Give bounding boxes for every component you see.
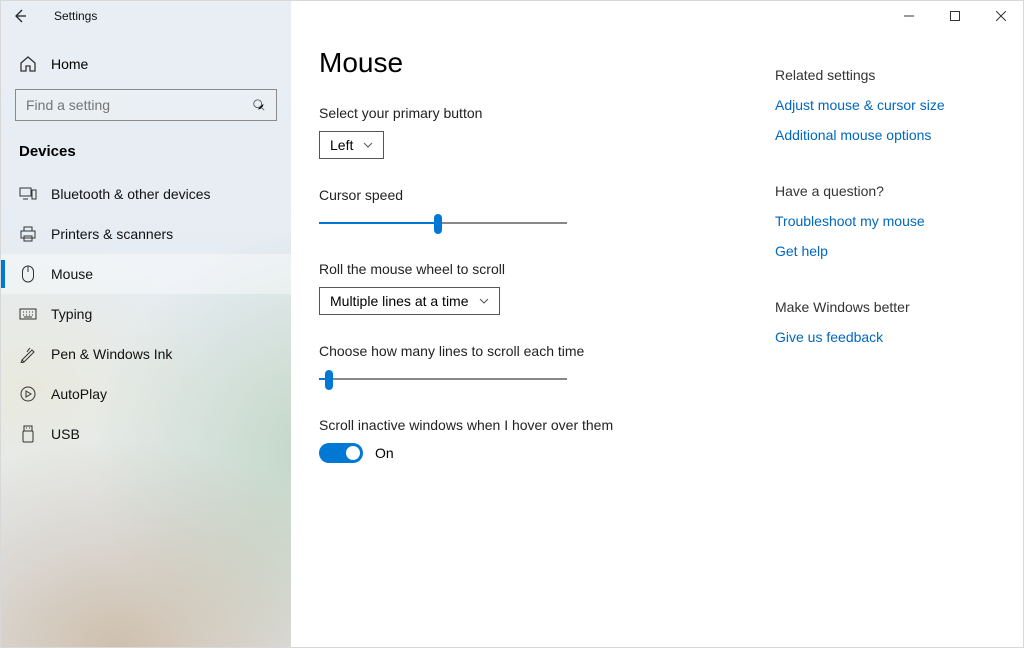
main-content: Mouse Select your primary button Left Cu…	[291, 1, 1023, 647]
sidebar-item-usb[interactable]: USB	[1, 414, 291, 454]
close-icon	[996, 11, 1006, 21]
primary-button-value: Left	[330, 137, 353, 153]
sidebar-item-autoplay[interactable]: AutoPlay	[1, 374, 291, 414]
sidebar-item-label: Mouse	[51, 266, 93, 282]
window-controls	[886, 0, 1024, 32]
maximize-button[interactable]	[932, 0, 978, 32]
settings-content: Mouse Select your primary button Left Cu…	[319, 47, 775, 623]
scroll-mode-label: Roll the mouse wheel to scroll	[319, 261, 745, 277]
autoplay-icon	[19, 385, 37, 403]
close-button[interactable]	[978, 0, 1024, 32]
scroll-mode-dropdown[interactable]: Multiple lines at a time	[319, 287, 500, 315]
page-heading: Mouse	[319, 47, 745, 79]
sidebar-item-mouse[interactable]: Mouse	[1, 254, 291, 294]
primary-button-label: Select your primary button	[319, 105, 745, 121]
mouse-icon	[19, 265, 37, 283]
keyboard-icon	[19, 305, 37, 323]
search-field[interactable]	[26, 97, 252, 113]
devices-icon	[19, 185, 37, 203]
slider-fill	[319, 222, 438, 224]
chevron-down-icon	[363, 142, 373, 148]
sidebar-item-bluetooth[interactable]: Bluetooth & other devices	[1, 174, 291, 214]
link-adjust-cursor[interactable]: Adjust mouse & cursor size	[775, 97, 995, 113]
back-button[interactable]	[0, 0, 40, 32]
window-title: Settings	[54, 9, 97, 23]
link-help[interactable]: Get help	[775, 243, 995, 259]
scroll-mode-value: Multiple lines at a time	[330, 293, 469, 309]
slider-thumb[interactable]	[325, 370, 333, 390]
related-heading: Related settings	[775, 67, 995, 83]
home-icon	[19, 55, 37, 73]
toggle-knob	[346, 446, 360, 460]
inactive-scroll-toggle[interactable]	[319, 443, 363, 463]
slider-thumb[interactable]	[434, 214, 442, 234]
sidebar-home[interactable]: Home	[1, 45, 291, 83]
usb-icon	[19, 425, 37, 443]
sidebar-item-label: AutoPlay	[51, 386, 107, 402]
sidebar-item-printers[interactable]: Printers & scanners	[1, 214, 291, 254]
sidebar-home-label: Home	[51, 56, 88, 72]
sidebar-item-typing[interactable]: Typing	[1, 294, 291, 334]
search-input[interactable]	[15, 89, 277, 121]
cursor-speed-slider[interactable]	[319, 213, 567, 233]
minimize-button[interactable]	[886, 0, 932, 32]
link-feedback[interactable]: Give us feedback	[775, 329, 995, 345]
sidebar-item-pen[interactable]: Pen & Windows Ink	[1, 334, 291, 374]
pen-icon	[19, 345, 37, 363]
lines-label: Choose how many lines to scroll each tim…	[319, 343, 745, 359]
minimize-icon	[904, 11, 914, 21]
primary-button-dropdown[interactable]: Left	[319, 131, 384, 159]
titlebar: Settings	[0, 0, 1024, 32]
sidebar-item-label: Bluetooth & other devices	[51, 186, 211, 202]
related-panel: Related settings Adjust mouse & cursor s…	[775, 47, 995, 623]
printer-icon	[19, 225, 37, 243]
sidebar-item-label: Pen & Windows Ink	[51, 346, 172, 362]
sidebar-section-label: Devices	[1, 139, 291, 174]
sidebar-item-label: Typing	[51, 306, 92, 322]
link-troubleshoot[interactable]: Troubleshoot my mouse	[775, 213, 995, 229]
inactive-scroll-label: Scroll inactive windows when I hover ove…	[319, 417, 745, 433]
better-heading: Make Windows better	[775, 299, 995, 315]
sidebar: Home Devices Bluetooth & other devices P…	[1, 1, 291, 647]
sidebar-item-label: Printers & scanners	[51, 226, 173, 242]
chevron-down-icon	[479, 298, 489, 304]
inactive-scroll-state: On	[375, 445, 394, 461]
lines-slider[interactable]	[319, 369, 567, 389]
arrow-left-icon	[12, 8, 28, 24]
question-heading: Have a question?	[775, 183, 995, 199]
slider-track	[319, 378, 567, 380]
maximize-icon	[950, 11, 960, 21]
search-icon	[252, 98, 266, 112]
cursor-speed-label: Cursor speed	[319, 187, 745, 203]
link-additional-options[interactable]: Additional mouse options	[775, 127, 995, 143]
sidebar-item-label: USB	[51, 426, 80, 442]
